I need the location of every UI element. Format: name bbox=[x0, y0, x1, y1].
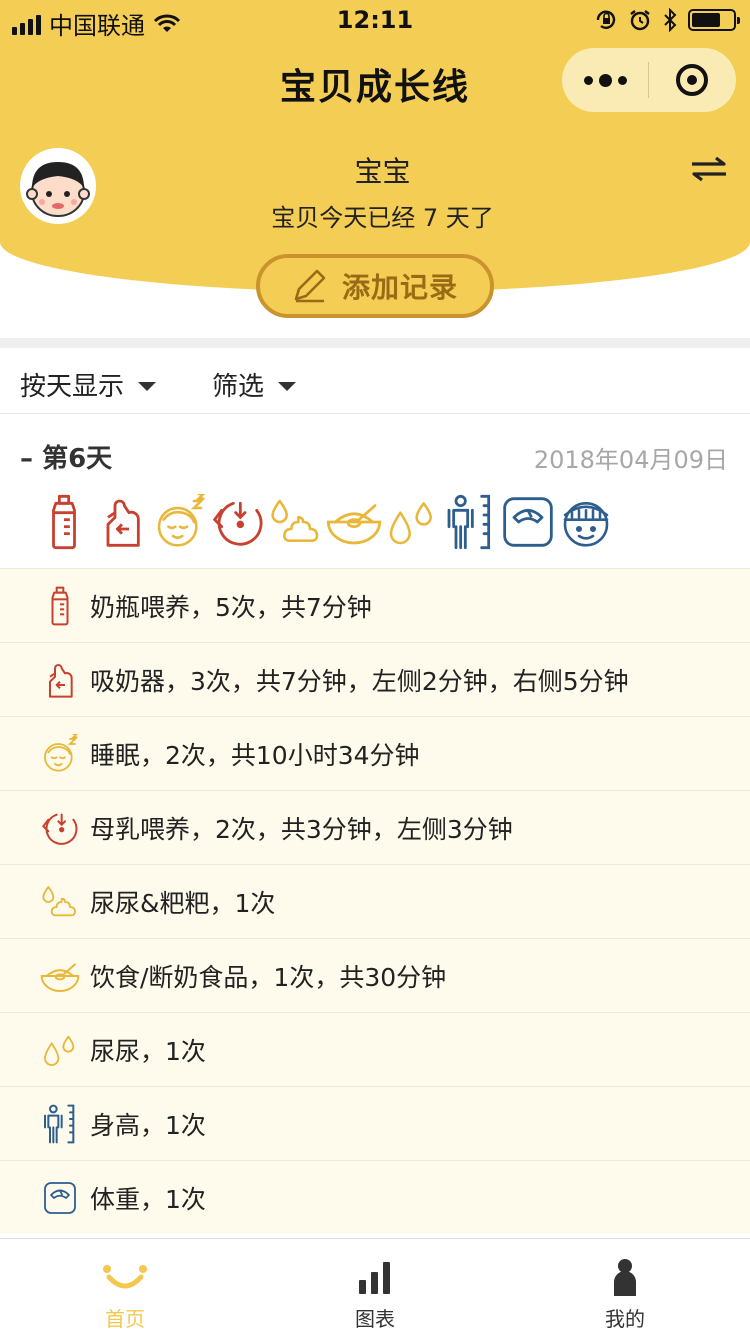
bottle-icon bbox=[36, 494, 92, 550]
record-text: 尿尿&粑粑，1次 bbox=[90, 888, 276, 918]
pee-poo-icon bbox=[40, 882, 80, 922]
view-mode-dropdown[interactable]: 按天显示 bbox=[20, 366, 157, 403]
record-row[interactable]: 睡眠，2次，共10小时34分钟 bbox=[0, 716, 750, 790]
add-record-label: 添加记录 bbox=[341, 271, 458, 304]
collapse-icon: – bbox=[20, 444, 33, 474]
status-bar: 中国联通 12:11 bbox=[0, 0, 750, 40]
caret-down-icon bbox=[278, 382, 297, 391]
baby-name: 宝宝 bbox=[354, 155, 411, 188]
pencil-icon bbox=[294, 269, 326, 303]
record-text: 吸奶器，3次，共7分钟，左侧2分钟，右侧5分钟 bbox=[90, 666, 629, 696]
day-summary-icons bbox=[36, 494, 616, 550]
height-icon bbox=[442, 494, 498, 550]
record-row[interactable]: 饮食/断奶食品，1次，共30分钟 bbox=[0, 938, 750, 1012]
record-text: 睡眠，2次，共10小时34分钟 bbox=[90, 740, 420, 770]
breast-pump-icon bbox=[42, 660, 78, 700]
app-screen: 中国联通 12:11 宝贝成长线 宝宝 宝贝今天已经 7 天了 添加记录 按天显… bbox=[0, 0, 750, 1334]
filter-bar: 按天显示 筛选 bbox=[0, 348, 750, 414]
more-options-button[interactable] bbox=[562, 48, 648, 112]
filter-label: 筛选 bbox=[212, 372, 265, 402]
record-text: 尿尿，1次 bbox=[90, 1036, 206, 1066]
weight-scale-icon bbox=[42, 1180, 78, 1216]
weight-scale-icon bbox=[500, 494, 556, 550]
day-title: – 第6天 bbox=[20, 438, 112, 475]
day-header[interactable]: – 第6天 2018年04月09日 bbox=[0, 438, 750, 478]
target-icon bbox=[676, 64, 708, 96]
record-row[interactable]: 体重，1次 bbox=[0, 1160, 750, 1234]
height-icon bbox=[40, 1104, 80, 1144]
record-row[interactable]: 奶瓶喂养，5次，共7分钟 bbox=[0, 568, 750, 642]
food-bowl-icon bbox=[326, 494, 382, 550]
record-text: 母乳喂养，2次，共3分钟，左侧3分钟 bbox=[90, 814, 513, 844]
baby-age-text: 宝贝今天已经 7 天了 bbox=[271, 204, 494, 232]
head-circumference-icon bbox=[558, 494, 614, 550]
record-text: 体重，1次 bbox=[90, 1184, 206, 1214]
pee-poo-icon bbox=[268, 494, 324, 550]
sleep-icon bbox=[152, 494, 208, 550]
caret-down-icon bbox=[138, 382, 157, 391]
smile-icon bbox=[103, 1265, 147, 1289]
tab-profile-label: 我的 bbox=[605, 1307, 645, 1331]
pee-icon bbox=[384, 494, 440, 550]
mini-program-capsule bbox=[562, 48, 736, 112]
tab-home-label: 首页 bbox=[105, 1307, 145, 1331]
record-row[interactable]: 尿尿&粑粑，1次 bbox=[0, 864, 750, 938]
battery-icon bbox=[688, 9, 740, 31]
food-bowl-icon bbox=[40, 956, 80, 996]
record-text: 身高，1次 bbox=[90, 1110, 206, 1140]
add-record-button[interactable]: 添加记录 bbox=[256, 254, 494, 318]
person-icon bbox=[614, 1259, 636, 1296]
switch-baby-icon[interactable] bbox=[690, 156, 728, 182]
record-row[interactable]: 母乳喂养，2次，共3分钟，左侧3分钟 bbox=[0, 790, 750, 864]
record-row[interactable]: 身高，1次 bbox=[0, 1086, 750, 1160]
bar-chart-icon bbox=[359, 1262, 390, 1294]
tab-profile[interactable]: 我的 bbox=[500, 1239, 750, 1334]
filter-dropdown[interactable]: 筛选 bbox=[212, 366, 297, 403]
breastfeed-icon bbox=[210, 494, 266, 550]
view-mode-label: 按天显示 bbox=[20, 372, 125, 402]
record-list: 奶瓶喂养，5次，共7分钟 吸奶器，3次，共7分钟，左侧2分钟，右侧5分钟 睡眠，… bbox=[0, 568, 750, 1234]
rotation-lock-icon bbox=[596, 10, 616, 29]
day-label: 第6天 bbox=[42, 444, 113, 474]
alarm-icon bbox=[630, 10, 650, 31]
day-date: 2018年04月09日 bbox=[533, 446, 728, 474]
tab-charts[interactable]: 图表 bbox=[250, 1239, 500, 1334]
bottle-icon bbox=[42, 586, 78, 626]
record-row[interactable]: 吸奶器，3次，共7分钟，左侧2分钟，右侧5分钟 bbox=[0, 642, 750, 716]
tab-charts-label: 图表 bbox=[355, 1307, 395, 1331]
section-divider bbox=[0, 338, 750, 348]
bluetooth-icon bbox=[664, 8, 677, 32]
close-mini-program-button[interactable] bbox=[649, 48, 735, 112]
breast-pump-icon bbox=[94, 494, 150, 550]
record-text: 奶瓶喂养，5次，共7分钟 bbox=[90, 592, 372, 622]
status-right bbox=[594, 8, 740, 32]
sleep-icon bbox=[40, 734, 80, 774]
breastfeed-icon bbox=[40, 808, 80, 848]
tab-bar: 首页 图表 我的 bbox=[0, 1238, 750, 1334]
record-row[interactable]: 尿尿，1次 bbox=[0, 1012, 750, 1086]
pee-icon bbox=[40, 1030, 80, 1070]
record-text: 饮食/断奶食品，1次，共30分钟 bbox=[90, 962, 447, 992]
header: 中国联通 12:11 宝贝成长线 宝宝 宝贝今天已经 7 天了 bbox=[0, 0, 750, 292]
tab-home[interactable]: 首页 bbox=[0, 1239, 250, 1334]
